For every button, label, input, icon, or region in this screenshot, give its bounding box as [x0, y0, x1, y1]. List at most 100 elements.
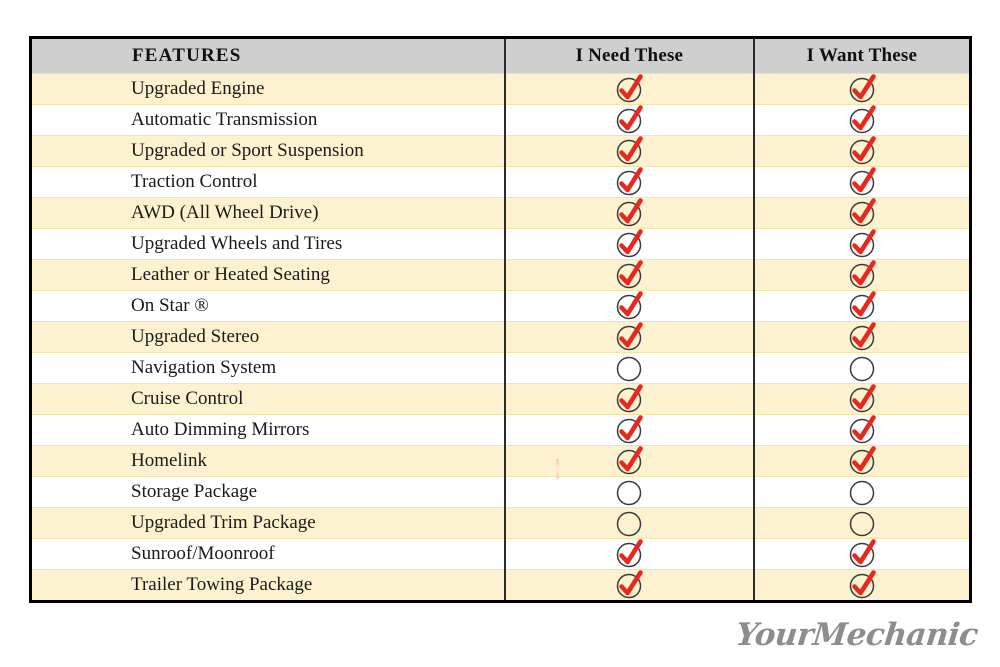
- empty-circle-icon[interactable]: [847, 477, 877, 507]
- need-checkbox-cell[interactable]: [504, 166, 754, 198]
- feature-checklist-table: FEATURES I Need These I Want These Upgra…: [29, 36, 972, 603]
- need-checkbox-cell[interactable]: [504, 197, 754, 229]
- need-checkbox-cell[interactable]: [504, 414, 754, 446]
- check-mark-circle-icon[interactable]: [614, 74, 644, 104]
- need-checkbox-cell[interactable]: [504, 104, 754, 136]
- check-mark-circle-icon[interactable]: [847, 136, 877, 166]
- table-row: Sunroof/Moonroof: [30, 538, 971, 570]
- need-checkbox-cell[interactable]: [504, 321, 754, 353]
- need-checkbox-cell[interactable]: [504, 476, 754, 508]
- header-row: FEATURES I Need These I Want These: [30, 37, 971, 74]
- want-checkbox-cell[interactable]: [752, 228, 971, 260]
- column-header-want: I Want These: [752, 37, 971, 74]
- check-mark-circle-icon[interactable]: [847, 570, 877, 600]
- need-checkbox-cell[interactable]: [504, 569, 754, 602]
- feature-label: Homelink: [30, 445, 505, 477]
- column-header-need: I Need These: [504, 37, 754, 74]
- table-row: Upgraded Engine: [30, 73, 971, 105]
- check-mark-circle-icon[interactable]: [614, 539, 644, 569]
- need-checkbox-cell[interactable]: [504, 228, 754, 260]
- table-body: Upgraded Engine Automatic Transmission Upg…: [30, 73, 971, 602]
- table-row: Traction Control: [30, 166, 971, 198]
- want-checkbox-cell[interactable]: [752, 476, 971, 508]
- want-checkbox-cell[interactable]: [752, 414, 971, 446]
- check-mark-circle-icon[interactable]: [614, 415, 644, 445]
- feature-label: Trailer Towing Package: [30, 569, 505, 602]
- empty-circle-icon[interactable]: [847, 353, 877, 383]
- table-row: Upgraded Stereo: [30, 321, 971, 353]
- table-row: Upgraded Trim Package: [30, 507, 971, 539]
- want-checkbox-cell[interactable]: [752, 135, 971, 167]
- want-checkbox-cell[interactable]: [752, 507, 971, 539]
- column-header-features: FEATURES: [30, 37, 505, 74]
- need-checkbox-cell[interactable]: [504, 507, 754, 539]
- need-checkbox-cell[interactable]: [504, 445, 754, 477]
- table-row: Trailer Towing Package: [30, 569, 971, 602]
- check-mark-circle-icon[interactable]: [847, 415, 877, 445]
- want-checkbox-cell[interactable]: [752, 538, 971, 570]
- want-checkbox-cell[interactable]: [752, 352, 971, 384]
- check-mark-circle-icon[interactable]: [847, 539, 877, 569]
- need-checkbox-cell[interactable]: [504, 352, 754, 384]
- need-checkbox-cell[interactable]: [504, 73, 754, 105]
- check-mark-circle-icon[interactable]: [614, 136, 644, 166]
- feature-label: On Star ®: [30, 290, 505, 322]
- check-mark-circle-icon[interactable]: [847, 322, 877, 352]
- check-mark-circle-icon[interactable]: [614, 260, 644, 290]
- want-checkbox-cell[interactable]: [752, 445, 971, 477]
- feature-label: Automatic Transmission: [30, 104, 505, 136]
- check-mark-circle-icon[interactable]: [847, 229, 877, 259]
- empty-circle-icon[interactable]: [847, 508, 877, 538]
- feature-label: Sunroof/Moonroof: [30, 538, 505, 570]
- check-mark-circle-icon[interactable]: [847, 74, 877, 104]
- check-mark-circle-icon[interactable]: [614, 570, 644, 600]
- check-mark-circle-icon[interactable]: [847, 384, 877, 414]
- need-checkbox-cell[interactable]: [504, 290, 754, 322]
- want-checkbox-cell[interactable]: [752, 290, 971, 322]
- table-row: Auto Dimming Mirrors: [30, 414, 971, 446]
- check-mark-circle-icon[interactable]: [614, 105, 644, 135]
- need-checkbox-cell[interactable]: [504, 383, 754, 415]
- table-row: Upgraded Wheels and Tires: [30, 228, 971, 260]
- table-row: Cruise Control: [30, 383, 971, 415]
- want-checkbox-cell[interactable]: [752, 73, 971, 105]
- want-checkbox-cell[interactable]: [752, 383, 971, 415]
- want-checkbox-cell[interactable]: [752, 321, 971, 353]
- yourmechanic-logo: YourMechanic: [734, 617, 980, 653]
- check-mark-circle-icon[interactable]: [847, 291, 877, 321]
- check-mark-circle-icon[interactable]: [614, 446, 644, 476]
- feature-label: Leather or Heated Seating: [30, 259, 505, 291]
- check-mark-circle-icon[interactable]: [614, 291, 644, 321]
- empty-circle-icon[interactable]: [614, 508, 644, 538]
- check-mark-circle-icon[interactable]: [614, 167, 644, 197]
- check-mark-circle-icon[interactable]: [614, 384, 644, 414]
- table-row: Upgraded or Sport Suspension: [30, 135, 971, 167]
- want-checkbox-cell[interactable]: [752, 569, 971, 602]
- check-mark-circle-icon[interactable]: [847, 198, 877, 228]
- want-checkbox-cell[interactable]: [752, 197, 971, 229]
- check-mark-circle-icon[interactable]: [614, 198, 644, 228]
- feature-label: Upgraded Wheels and Tires: [30, 228, 505, 260]
- need-checkbox-cell[interactable]: [504, 259, 754, 291]
- check-mark-circle-icon[interactable]: [847, 446, 877, 476]
- table-row: On Star ®: [30, 290, 971, 322]
- need-checkbox-cell[interactable]: [504, 538, 754, 570]
- feature-label: AWD (All Wheel Drive): [30, 197, 505, 229]
- empty-circle-icon[interactable]: [614, 477, 644, 507]
- want-checkbox-cell[interactable]: [752, 166, 971, 198]
- check-mark-circle-icon[interactable]: [847, 105, 877, 135]
- table-row: Automatic Transmission: [30, 104, 971, 136]
- table-row: Navigation System: [30, 352, 971, 384]
- want-checkbox-cell[interactable]: [752, 104, 971, 136]
- check-mark-circle-icon[interactable]: [847, 260, 877, 290]
- feature-label: Upgraded Stereo: [30, 321, 505, 353]
- need-checkbox-cell[interactable]: [504, 135, 754, 167]
- table-header: FEATURES I Need These I Want These: [30, 37, 971, 74]
- feature-label: Cruise Control: [30, 383, 505, 415]
- check-mark-circle-icon[interactable]: [847, 167, 877, 197]
- check-mark-circle-icon[interactable]: [614, 229, 644, 259]
- want-checkbox-cell[interactable]: [752, 259, 971, 291]
- empty-circle-icon[interactable]: [614, 353, 644, 383]
- check-mark-circle-icon[interactable]: [614, 322, 644, 352]
- table-row: AWD (All Wheel Drive): [30, 197, 971, 229]
